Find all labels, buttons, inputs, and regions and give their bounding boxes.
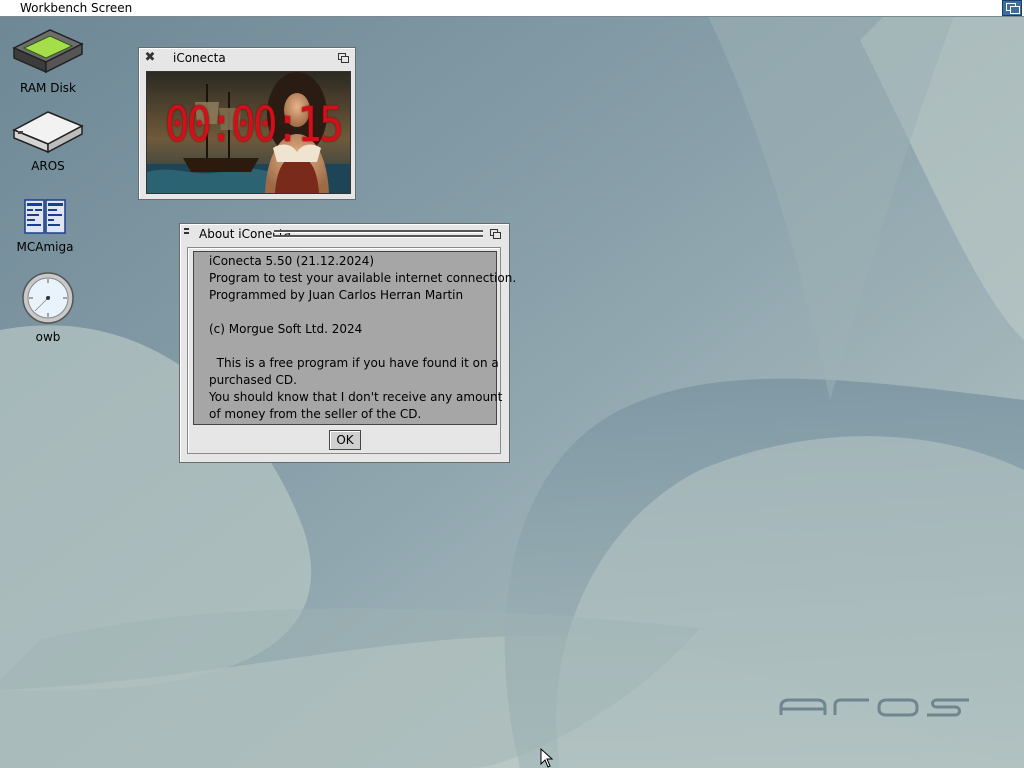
about-text-line: Programmed by Juan Carlos Herran Martin (209, 288, 464, 302)
about-text-line: iConecta 5.50 (21.12.2024) (209, 254, 375, 268)
about-text-line: (c) Morgue Soft Ltd. 2024 (209, 322, 363, 336)
ok-button[interactable]: OK (329, 430, 361, 450)
desktop-icon-label: RAM Disk (19, 81, 76, 95)
mouse-pointer-icon (540, 748, 554, 768)
desktop-icon-owb[interactable]: owb (8, 271, 88, 344)
screen-depth-gadget[interactable] (1002, 0, 1022, 16)
about-text-line: This is a free program if you have found… (209, 356, 499, 370)
compass-browser-icon (22, 272, 74, 324)
about-text-line: You should know that I don't receive any… (209, 390, 503, 404)
close-icon[interactable]: ✖ (144, 51, 156, 64)
screen-title-bar[interactable]: Workbench Screen (0, 0, 1024, 17)
window-depth-icon[interactable] (338, 53, 349, 63)
file-manager-icon (24, 199, 66, 234)
window-title: iConecta (173, 51, 226, 65)
about-text-line: purchased CD. (209, 373, 297, 387)
window-menu-icon[interactable] (184, 226, 189, 240)
elapsed-timer: 00:00:15 (165, 97, 344, 153)
window-title-bar[interactable]: About iConecta (180, 224, 509, 245)
iconecta-window[interactable]: ✖ iConecta 00:00:15 (138, 47, 356, 200)
hard-drive-icon (12, 111, 84, 154)
desktop-icon-label: MCAmiga (16, 240, 74, 254)
desktop-icon-label: owb (35, 330, 61, 344)
about-text-line (209, 338, 496, 355)
screen-title: Workbench Screen (20, 1, 133, 15)
ram-disk-icon (12, 29, 84, 74)
about-text-line (209, 304, 496, 321)
aros-logo (779, 698, 969, 717)
window-drag-bar[interactable] (274, 230, 483, 240)
desktop-icon-mcamiga[interactable]: MCAmiga (5, 199, 85, 254)
about-text-line: of money from the seller of the CD. (209, 407, 422, 421)
desktop-icon-label: AROS (31, 159, 65, 173)
window-depth-icon[interactable] (490, 229, 501, 239)
about-text-area[interactable]: iConecta 5.50 (21.12.2024) Program to te… (193, 251, 517, 425)
about-window[interactable]: About iConecta iConecta 5.50 (21.12.2024… (179, 223, 517, 463)
pirate-background-image: 00:00:15 (146, 71, 351, 194)
desktop-icon-ram-disk[interactable]: RAM Disk (8, 24, 88, 95)
desktop-icon-aros[interactable]: AROS (8, 106, 88, 173)
window-title-bar[interactable]: ✖ iConecta (139, 48, 355, 69)
about-text-line: Program to test your available internet … (209, 271, 517, 285)
